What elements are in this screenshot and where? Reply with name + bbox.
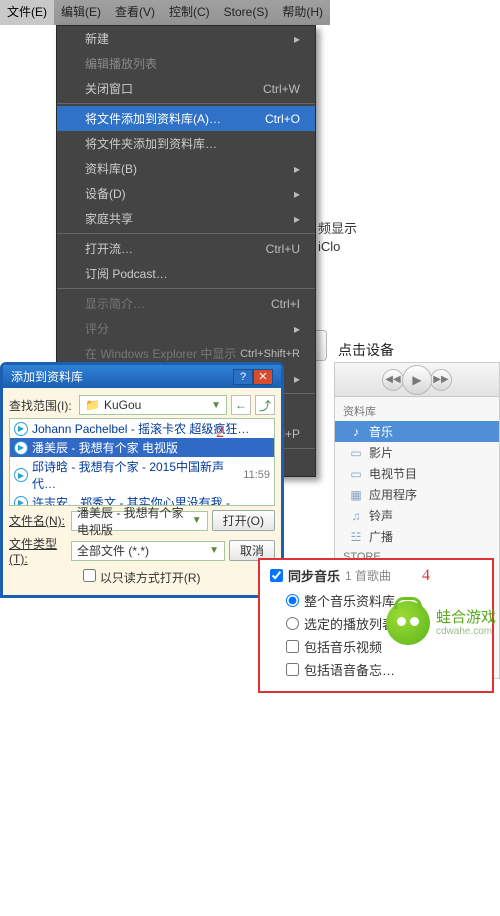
dialog-titlebar: 添加到资料库 ? ✕ (3, 365, 281, 388)
menu-store[interactable]: Store(S) (217, 0, 276, 25)
movie-icon: ▭ (349, 446, 363, 460)
sync-music-label: 同步音乐 (288, 566, 340, 585)
menu-subscribe-podcast[interactable]: 订阅 Podcast… (57, 261, 315, 286)
sidebar-item-music[interactable]: ♪音乐 (335, 421, 499, 442)
close-icon[interactable]: ✕ (253, 369, 273, 385)
file-row[interactable]: ▶Johann Pachelbel - 摇滚卡农 超级疯狂… (10, 419, 274, 438)
sync-selected-radio[interactable] (286, 617, 299, 630)
watermark-title: 蛙合游戏 (436, 610, 496, 626)
chevron-right-icon (294, 372, 300, 386)
menu-add-folder-to-library[interactable]: 将文件夹添加到资料库… (57, 131, 315, 156)
menu-separator (57, 233, 315, 234)
chevron-right-icon (294, 32, 300, 46)
watermark: 蛙合游戏 cdwahe.com (386, 601, 496, 645)
file-row[interactable]: ▶潘美辰 - 我想有个家 电视版 (10, 438, 274, 457)
add-to-library-dialog: 添加到资料库 ? ✕ 查找范围(I): 📁KuGou ▼ ← ⤴ ▶Johann… (0, 362, 284, 598)
music-icon: ♪ (349, 425, 363, 439)
file-row[interactable]: ▶邱诗晗 - 我想有个家 - 2015中国新声代…11:59 (10, 457, 274, 493)
sidebar-item-ringtones[interactable]: ♫铃声 (335, 505, 499, 526)
menubar: 文件(E) 编辑(E) 查看(V) 控制(C) Store(S) 帮助(H) (0, 0, 330, 25)
filename-field[interactable]: 潘美辰 - 我想有个家 电视版▼ (71, 511, 208, 531)
play-button[interactable]: ▶ (402, 365, 432, 395)
chevron-down-icon: ▼ (209, 545, 219, 556)
caption-click-device: 点击设备 (338, 340, 394, 360)
menu-devices[interactable]: 设备(D) (57, 181, 315, 206)
include-memo-label: 包括语音备忘… (304, 660, 395, 679)
sidebar-item-movies[interactable]: ▭影片 (335, 442, 499, 463)
ringtone-icon: ♫ (349, 509, 363, 523)
readonly-checkbox[interactable] (83, 569, 96, 582)
audio-icon: ▶ (14, 422, 28, 436)
menu-add-file-to-library[interactable]: 将文件添加到资料库(A)…Ctrl+O (57, 106, 315, 131)
look-in-label: 查找范围(I): (9, 397, 75, 414)
menu-separator (57, 288, 315, 289)
filetype-combo[interactable]: 全部文件 (*.*)▼ (71, 541, 225, 561)
chevron-right-icon (294, 162, 300, 176)
sync-all-label: 整个音乐资料库 (304, 591, 395, 610)
dialog-title: 添加到资料库 (11, 368, 83, 385)
menu-control[interactable]: 控制(C) (162, 0, 217, 25)
tv-icon: ▭ (349, 467, 363, 481)
audio-icon: ▶ (14, 441, 28, 455)
watermark-icon (386, 601, 430, 645)
menu-rating: 评分 (57, 316, 315, 341)
sidebar-item-apps[interactable]: ▦应用程序 (335, 484, 499, 505)
chevron-right-icon (294, 187, 300, 201)
folder-icon: 📁 (85, 398, 100, 412)
annotation-2: 2 (216, 424, 224, 442)
watermark-subtitle: cdwahe.com (436, 626, 496, 637)
include-video-label: 包括音乐视频 (304, 637, 382, 656)
background-text: 频显示 iClo (318, 220, 357, 256)
back-icon[interactable]: ← (231, 395, 251, 415)
chevron-right-icon (294, 322, 300, 336)
next-track-button[interactable]: ▶▶ (430, 369, 452, 391)
chevron-down-icon: ▼ (211, 400, 221, 411)
filename-label: 文件名(N): (9, 512, 67, 529)
sidebar-group-library: 资料库 (335, 399, 499, 421)
file-list[interactable]: ▶Johann Pachelbel - 摇滚卡农 超级疯狂… ▶潘美辰 - 我想… (9, 418, 275, 506)
sync-music-checkbox[interactable] (270, 569, 283, 582)
radio-icon: ☳ (349, 530, 363, 544)
menu-view[interactable]: 查看(V) (108, 0, 162, 25)
menu-close-window[interactable]: 关闭窗口Ctrl+W (57, 76, 315, 101)
include-memo-checkbox[interactable] (286, 663, 299, 676)
menu-open-stream[interactable]: 打开流…Ctrl+U (57, 236, 315, 261)
help-icon[interactable]: ? (233, 369, 253, 385)
song-count: 1 首歌曲 (345, 567, 391, 584)
playback-controls: ◀◀ ▶ ▶▶ (335, 363, 499, 397)
open-button[interactable]: 打开(O) (212, 510, 275, 531)
menu-separator (57, 103, 315, 104)
look-in-combo[interactable]: 📁KuGou ▼ (79, 395, 227, 415)
menu-library[interactable]: 资料库(B) (57, 156, 315, 181)
chevron-right-icon (294, 212, 300, 226)
menu-home-sharing[interactable]: 家庭共享 (57, 206, 315, 231)
menu-help[interactable]: 帮助(H) (275, 0, 330, 25)
audio-icon: ▶ (14, 496, 28, 507)
apps-icon: ▦ (349, 488, 363, 502)
up-icon[interactable]: ⤴ (255, 395, 275, 415)
menu-show-info: 显示简介…Ctrl+I (57, 291, 315, 316)
menu-file[interactable]: 文件(E) (0, 0, 54, 25)
annotation-4: 4 (422, 567, 430, 585)
chevron-down-icon: ▼ (192, 515, 202, 526)
sync-all-radio[interactable] (286, 594, 299, 607)
include-video-checkbox[interactable] (286, 640, 299, 653)
menu-edit[interactable]: 编辑(E) (54, 0, 108, 25)
menu-new[interactable]: 新建 (57, 26, 315, 51)
sidebar-item-radio[interactable]: ☳广播 (335, 526, 499, 547)
readonly-label: 以只读方式打开(R) (100, 571, 201, 585)
audio-icon: ▶ (14, 468, 28, 482)
menu-edit-playlist[interactable]: 编辑播放列表 (57, 51, 315, 76)
sidebar-item-tv[interactable]: ▭电视节目 (335, 463, 499, 484)
filetype-label: 文件类型(T): (9, 535, 67, 566)
prev-track-button[interactable]: ◀◀ (382, 369, 404, 391)
